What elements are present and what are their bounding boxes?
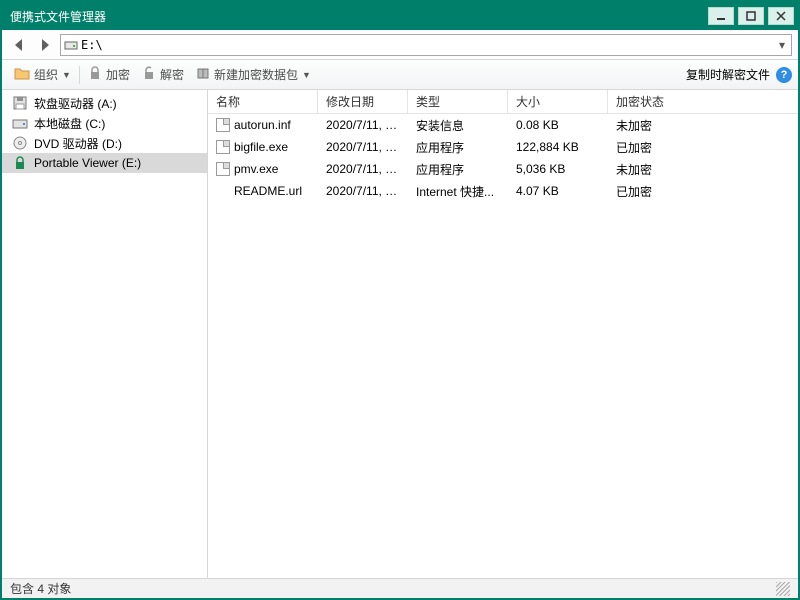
separator (79, 66, 80, 84)
address-bar[interactable]: E:\ ▾ (60, 34, 792, 56)
col-date[interactable]: 修改日期 (318, 90, 408, 113)
unlock-icon (142, 66, 156, 83)
resize-grip[interactable] (776, 582, 790, 596)
navbar: E:\ ▾ (2, 30, 798, 60)
cell-date: 2020/7/11, 2... (318, 140, 408, 154)
help-button[interactable]: ? (776, 67, 792, 83)
status-text: 包含 4 对象 (10, 580, 71, 597)
col-size[interactable]: 大小 (508, 90, 608, 113)
cell-name: pmv.exe (208, 162, 318, 176)
cell-enc: 已加密 (608, 183, 708, 200)
cell-size: 5,036 KB (508, 162, 608, 176)
toolbar-right: 复制时解密文件 ? (686, 66, 792, 83)
cell-date: 2020/7/11, 2... (318, 162, 408, 176)
sidebar-item[interactable]: 本地磁盘 (C:) (2, 113, 207, 133)
sidebar-item-label: DVD 驱动器 (D:) (34, 135, 122, 152)
cell-enc: 未加密 (608, 161, 708, 178)
table-row[interactable]: README.url2020/7/11, 1...Internet 快捷...4… (208, 180, 798, 202)
sidebar: 软盘驱动器 (A:) 本地磁盘 (C:) DVD 驱动器 (D:) Portable … (2, 90, 208, 578)
window-buttons (708, 7, 794, 25)
cell-type: Internet 快捷... (408, 183, 508, 200)
drive-icon (61, 39, 81, 51)
cell-name: README.url (208, 184, 318, 198)
decrypt-button[interactable]: 解密 (136, 63, 190, 86)
maximize-button[interactable] (738, 7, 764, 25)
table-row[interactable]: pmv.exe2020/7/11, 2...应用程序5,036 KB未加密 (208, 158, 798, 180)
cell-name: autorun.inf (208, 118, 318, 132)
cell-size: 122,884 KB (508, 140, 608, 154)
cell-size: 0.08 KB (508, 118, 608, 132)
cell-date: 2020/7/11, 2... (318, 118, 408, 132)
copy-decrypt-label[interactable]: 复制时解密文件 (686, 66, 770, 83)
sidebar-item[interactable]: Portable Viewer (E:) (2, 153, 207, 173)
hdd-icon (12, 115, 28, 131)
titlebar: 便携式文件管理器 (2, 2, 798, 30)
decrypt-label: 解密 (160, 66, 184, 83)
encrypt-label: 加密 (106, 66, 130, 83)
floppy-icon (12, 95, 28, 111)
folder-icon (14, 66, 30, 83)
back-button[interactable] (8, 34, 30, 56)
cell-type: 应用程序 (408, 161, 508, 178)
file-icon (216, 140, 230, 154)
window-title: 便携式文件管理器 (10, 8, 708, 25)
lock-icon (88, 66, 102, 83)
cell-enc: 已加密 (608, 139, 708, 156)
cell-size: 4.07 KB (508, 184, 608, 198)
table-row[interactable]: autorun.inf2020/7/11, 2...安装信息0.08 KB未加密 (208, 114, 798, 136)
cell-type: 安装信息 (408, 117, 508, 134)
file-icon (216, 118, 230, 132)
col-type[interactable]: 类型 (408, 90, 508, 113)
file-icon (216, 162, 230, 176)
file-pane: 名称 修改日期 类型 大小 加密状态 autorun.inf2020/7/11,… (208, 90, 798, 578)
app-window: 便携式文件管理器 E:\ ▾ 组织 ▼ 加密 解密 (0, 0, 800, 600)
close-button[interactable] (768, 7, 794, 25)
forward-button[interactable] (34, 34, 56, 56)
col-enc[interactable]: 加密状态 (608, 90, 708, 113)
cell-date: 2020/7/11, 1... (318, 184, 408, 198)
sidebar-item-label: 本地磁盘 (C:) (34, 115, 105, 132)
chevron-down-icon: ▼ (302, 70, 311, 80)
package-icon (196, 66, 210, 83)
chevron-down-icon: ▼ (62, 70, 71, 80)
col-name[interactable]: 名称 (208, 90, 318, 113)
sidebar-item[interactable]: 软盘驱动器 (A:) (2, 93, 207, 113)
column-headers: 名称 修改日期 类型 大小 加密状态 (208, 90, 798, 114)
file-rows: autorun.inf2020/7/11, 2...安装信息0.08 KB未加密… (208, 114, 798, 578)
lock-icon (12, 155, 28, 171)
body-area: 软盘驱动器 (A:) 本地磁盘 (C:) DVD 驱动器 (D:) Portable … (2, 90, 798, 578)
cell-enc: 未加密 (608, 117, 708, 134)
new-package-label: 新建加密数据包 (214, 66, 298, 83)
table-row[interactable]: bigfile.exe2020/7/11, 2...应用程序122,884 KB… (208, 136, 798, 158)
organize-label: 组织 (34, 66, 58, 83)
organize-button[interactable]: 组织 ▼ (8, 63, 77, 86)
encrypt-button[interactable]: 加密 (82, 63, 136, 86)
address-text: E:\ (81, 38, 773, 52)
dvd-icon (12, 135, 28, 151)
sidebar-item-label: Portable Viewer (E:) (34, 156, 141, 170)
sidebar-item[interactable]: DVD 驱动器 (D:) (2, 133, 207, 153)
sidebar-item-label: 软盘驱动器 (A:) (34, 95, 117, 112)
minimize-button[interactable] (708, 7, 734, 25)
address-dropdown[interactable]: ▾ (773, 38, 791, 52)
new-package-button[interactable]: 新建加密数据包 ▼ (190, 63, 317, 86)
statusbar: 包含 4 对象 (2, 578, 798, 598)
cell-type: 应用程序 (408, 139, 508, 156)
toolbar: 组织 ▼ 加密 解密 新建加密数据包 ▼ 复制时解密文件 ? (2, 60, 798, 90)
cell-name: bigfile.exe (208, 140, 318, 154)
